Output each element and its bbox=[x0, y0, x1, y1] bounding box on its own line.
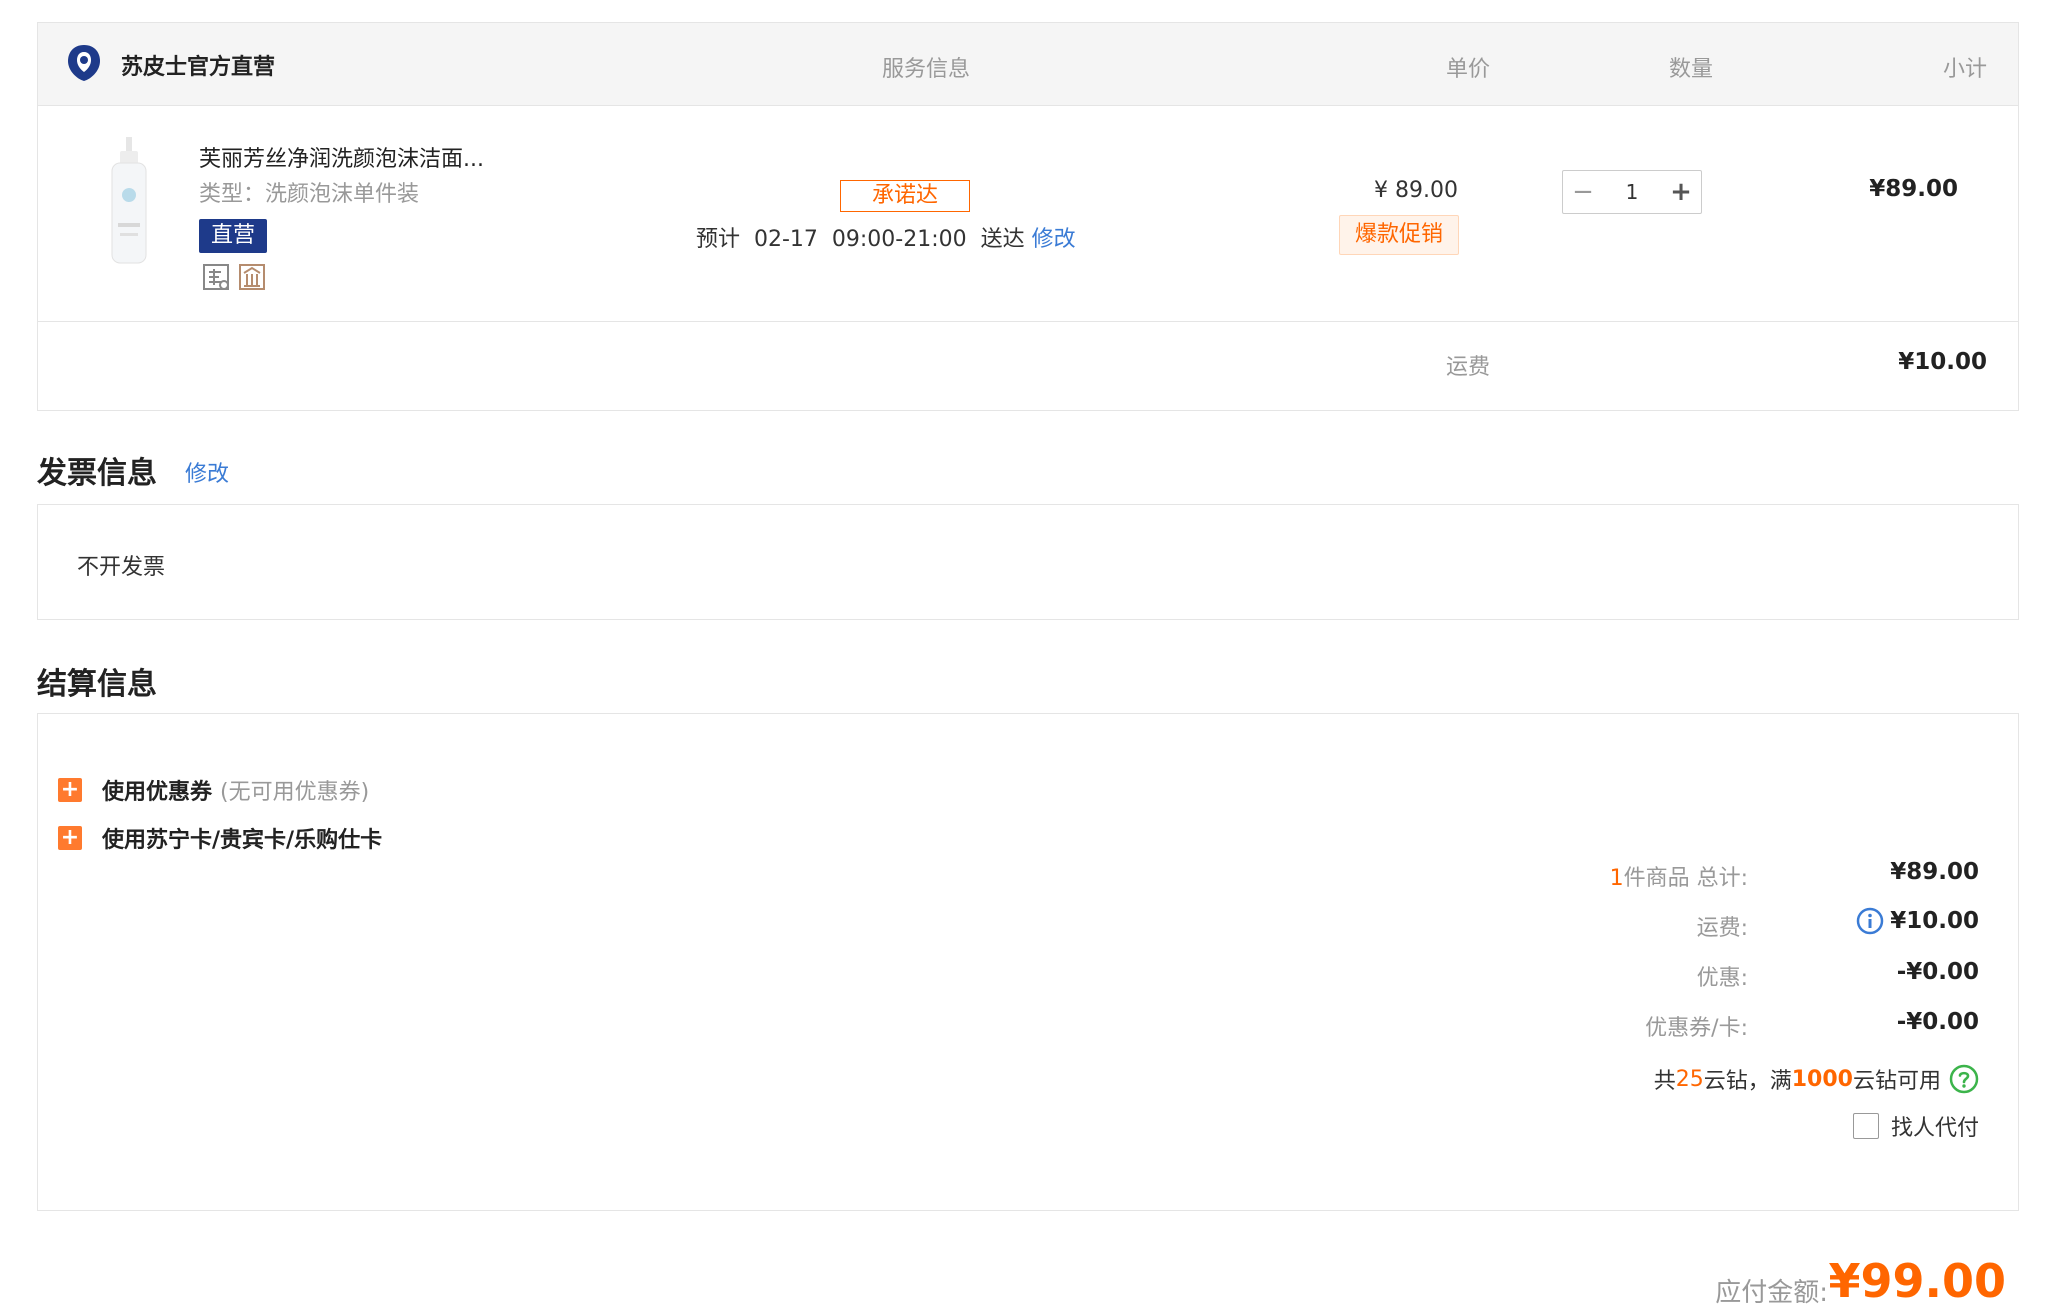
goods-total-label-text: 件商品 总计: bbox=[1623, 866, 1748, 891]
plus-square-icon[interactable]: + bbox=[58, 778, 82, 802]
invoice-value: 不开发票 bbox=[77, 555, 166, 580]
direct-sale-badge: 直营 bbox=[199, 219, 267, 253]
quantity-increase-button[interactable]: + bbox=[1661, 172, 1701, 212]
order-table: 苏皮士官方直营 服务信息 单价 数量 小计 芙丽芳丝净润洗颜泡沫洁面... 类型… bbox=[37, 22, 2019, 411]
divider bbox=[38, 321, 2018, 322]
column-header-unit-price: 单价 bbox=[1446, 57, 1491, 82]
column-header-service: 服务信息 bbox=[882, 57, 971, 82]
freight-label: 运费 bbox=[1446, 355, 1491, 380]
use-coupon-label[interactable]: 使用优惠券 bbox=[102, 774, 212, 806]
freight-summary-value: ¥10.00 bbox=[1890, 908, 1979, 934]
goods-total-label: 1件商品 总计: bbox=[1610, 860, 1748, 892]
yunzuan-count: 25 bbox=[1675, 1066, 1704, 1092]
yunzuan-threshold: 1000 bbox=[1791, 1066, 1853, 1092]
column-header-subtotal: 小计 bbox=[1942, 57, 1987, 82]
coupon-availability: (无可用优惠券) bbox=[220, 780, 370, 805]
coupon-card-value: -¥0.00 bbox=[1896, 1009, 1979, 1035]
promise-delivery-tag: 承诺达 bbox=[840, 180, 970, 212]
price-protect-icon[interactable] bbox=[238, 263, 266, 291]
info-icon[interactable] bbox=[1856, 907, 1884, 935]
previous-section-title-cutoff bbox=[30, 0, 270, 8]
quantity-decrease-button[interactable]: − bbox=[1563, 172, 1603, 212]
invoice-box: 不开发票 bbox=[37, 504, 2019, 620]
use-card-option[interactable]: + 使用苏宁卡/贵宾卡/乐购仕卡 bbox=[58, 822, 382, 854]
store-name[interactable]: 苏皮士官方直营 bbox=[121, 49, 275, 81]
quantity-stepper: − 1 + bbox=[1562, 170, 1702, 214]
goods-total-value: ¥89.00 bbox=[1890, 859, 1979, 885]
product-type: 类型：洗颜泡沫单件装 bbox=[199, 182, 420, 207]
delivery-estimate: 预计 02-17 09:00-21:00 送达 修改 bbox=[696, 221, 1076, 253]
return-icon[interactable] bbox=[202, 263, 230, 291]
pay-by-others-checkbox[interactable] bbox=[1852, 1113, 1879, 1139]
payable-amount: ¥99.00 bbox=[1828, 1254, 2006, 1308]
yunzuan-mid: 云钻，满 bbox=[1703, 1069, 1792, 1094]
goods-count: 1 bbox=[1609, 866, 1624, 891]
help-icon[interactable] bbox=[1949, 1064, 1979, 1094]
freight-value: ¥10.00 bbox=[1898, 349, 1987, 375]
settlement-section-title: 结算信息 bbox=[37, 667, 157, 702]
use-card-label[interactable]: 使用苏宁卡/贵宾卡/乐购仕卡 bbox=[102, 822, 382, 854]
yunzuan-suffix: 云钻可用 bbox=[1852, 1069, 1941, 1094]
store-logo-icon bbox=[68, 45, 100, 81]
order-table-header: 苏皮士官方直营 服务信息 单价 数量 小计 bbox=[38, 23, 2018, 106]
plus-square-icon[interactable]: + bbox=[58, 826, 82, 850]
invoice-section-title: 发票信息 bbox=[37, 456, 157, 491]
quantity-input[interactable]: 1 bbox=[1626, 180, 1639, 204]
yunzuan-prefix: 共 bbox=[1653, 1069, 1676, 1094]
use-coupon-option[interactable]: + 使用优惠券 (无可用优惠券) bbox=[58, 774, 369, 806]
delivery-edit-link[interactable]: 修改 bbox=[1032, 227, 1076, 252]
settlement-box: + 使用优惠券 (无可用优惠券) + 使用苏宁卡/贵宾卡/乐购仕卡 1件商品 总… bbox=[37, 713, 2019, 1211]
yunzuan-info: 共 25 云钻，满 1000 云钻可用 bbox=[1654, 1063, 1979, 1095]
payable-label: 应付金额: bbox=[1715, 1278, 1828, 1308]
discount-label: 优惠: bbox=[1696, 966, 1748, 991]
column-header-quantity: 数量 bbox=[1669, 57, 1714, 82]
product-thumbnail[interactable] bbox=[100, 133, 158, 273]
pay-by-others-label[interactable]: 找人代付 bbox=[1891, 1110, 1979, 1142]
promo-tag: 爆款促销 bbox=[1339, 215, 1459, 255]
product-name-link[interactable]: 芙丽芳丝净润洗颜泡沫洁面... bbox=[199, 141, 559, 173]
coupon-card-label: 优惠券/卡: bbox=[1645, 1016, 1748, 1041]
unit-price: ¥ 89.00 bbox=[1374, 178, 1458, 203]
freight-summary: ¥10.00 bbox=[1856, 907, 1979, 935]
invoice-edit-link[interactable]: 修改 bbox=[185, 456, 229, 488]
pay-by-others-option[interactable]: 找人代付 bbox=[1852, 1110, 1979, 1142]
delivery-estimate-text: 预计 02-17 09:00-21:00 送达 bbox=[696, 227, 1032, 252]
freight-summary-label: 运费: bbox=[1696, 916, 1748, 941]
discount-value: -¥0.00 bbox=[1896, 959, 1979, 985]
item-subtotal: ¥89.00 bbox=[1869, 176, 1958, 202]
